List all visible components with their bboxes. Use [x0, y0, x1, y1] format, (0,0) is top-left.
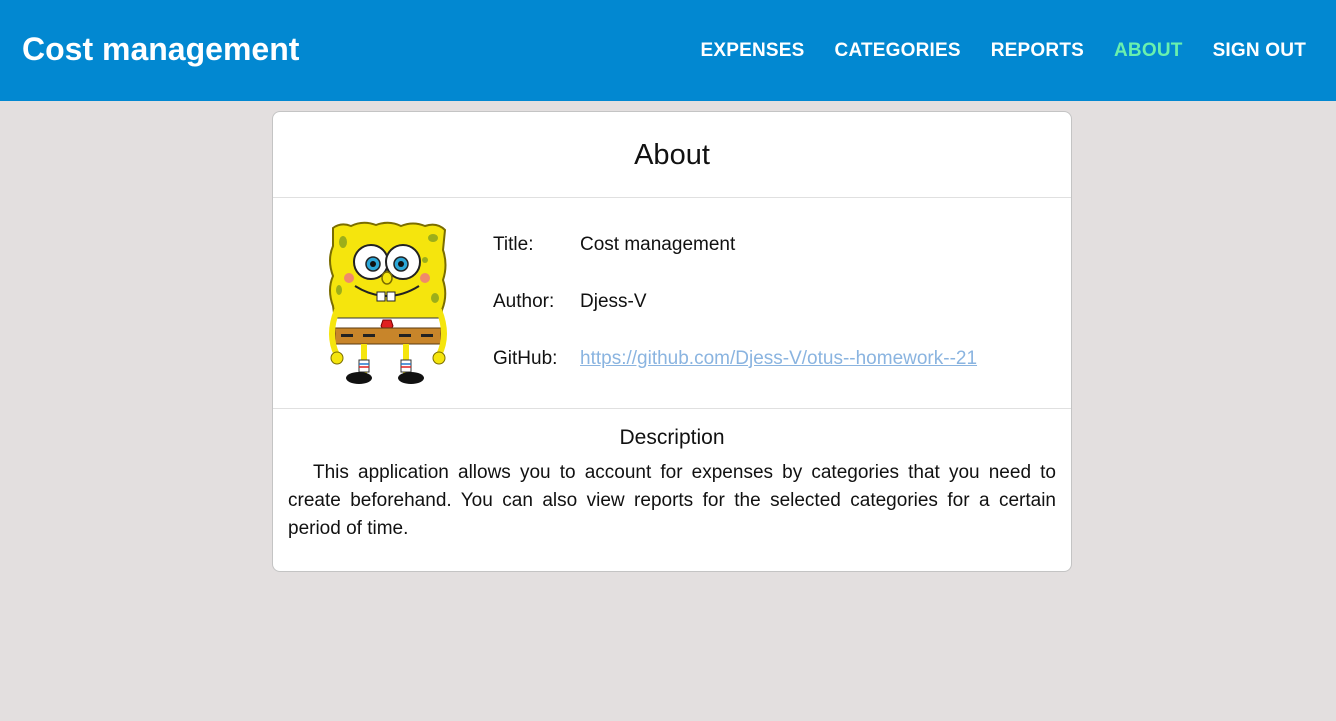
detail-value: Cost management [580, 234, 736, 255]
detail-label: Author: [493, 291, 555, 312]
about-info-section: Title: Cost management Author: Djess-V G… [273, 198, 1071, 409]
about-card: About Title: Cost management Author: Dje… [272, 111, 1072, 572]
detail-row-github: GitHub: https://github.com/Djess-V/otus-… [493, 348, 977, 405]
detail-row-title: Title: Cost management [493, 234, 977, 291]
nav-expenses[interactable]: EXPENSES [701, 40, 805, 62]
app-title: Cost management [22, 31, 300, 67]
nav-sign-out[interactable]: SIGN OUT [1213, 40, 1306, 62]
nav-about[interactable]: ABOUT [1114, 40, 1183, 62]
about-heading: About [273, 112, 1071, 198]
spongebob-avatar-icon [329, 221, 447, 384]
description-heading: Description [619, 426, 725, 449]
about-details: Title: Cost management Author: Djess-V G… [493, 234, 977, 405]
main-nav: EXPENSES CATEGORIES REPORTS ABOUT SIGN O… [671, 40, 1307, 62]
nav-reports[interactable]: REPORTS [991, 40, 1084, 62]
github-link[interactable]: https://github.com/Djess-V/otus--homewor… [580, 348, 977, 405]
detail-label: Title: [493, 234, 534, 255]
detail-label: GitHub: [493, 348, 558, 369]
description-text: This application allows you to account f… [288, 462, 1056, 539]
top-app-bar: Cost management EXPENSES CATEGORIES REPO… [0, 0, 1336, 101]
detail-row-author: Author: Djess-V [493, 291, 977, 348]
nav-categories[interactable]: CATEGORIES [835, 40, 961, 62]
detail-value: Djess-V [580, 291, 647, 312]
